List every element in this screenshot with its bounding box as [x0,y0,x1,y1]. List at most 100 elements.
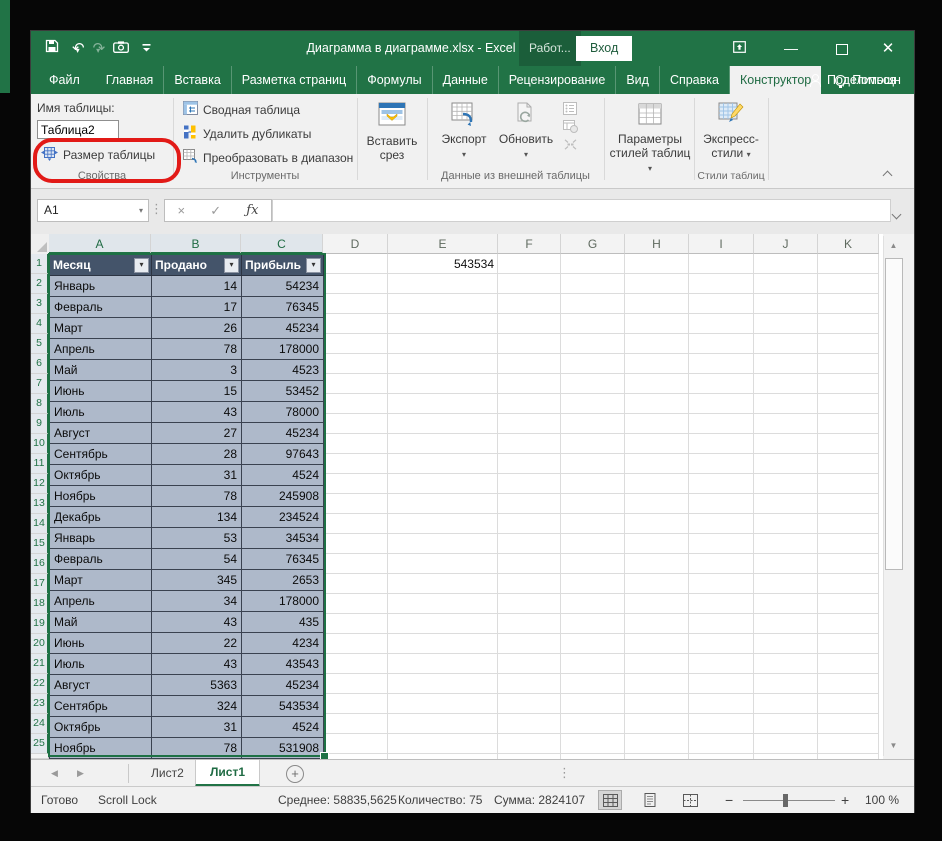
table-cell[interactable]: 17 [152,297,242,318]
close-button[interactable]: ✕ [874,31,902,66]
table-cell[interactable]: Февраль [50,549,152,570]
row-header-18[interactable]: 18 [31,594,49,614]
row-header-4[interactable]: 4 [31,314,49,334]
table-row[interactable]: Январь5334534 [50,528,324,549]
ribbon-tab-9[interactable]: Справка [660,66,730,94]
new-sheet-button[interactable]: + [286,765,304,783]
table-cell[interactable]: Сентябрь [50,444,152,465]
row-header-10[interactable]: 10 [31,434,49,454]
table-cell[interactable]: Июнь [50,633,152,654]
ribbon-tab-5[interactable]: Формулы [357,66,432,94]
ribbon-tab-3[interactable]: Вставка [164,66,231,94]
table-cell[interactable]: 435 [242,612,324,633]
table-row[interactable]: Январь1454234 [50,276,324,297]
filter-button[interactable]: ▾ [306,258,321,273]
table-cell[interactable]: 34534 [242,528,324,549]
table-cell[interactable]: 4234 [242,633,324,654]
vertical-scrollbar[interactable]: ▲ ▼ [883,236,903,756]
expand-formula-bar-icon[interactable] [893,205,900,223]
table-cell[interactable]: 28 [152,444,242,465]
table-cell[interactable]: Май [50,360,152,381]
row-header-22[interactable]: 22 [31,674,49,694]
share-item[interactable]: Поделиться [809,66,896,94]
column-header-A[interactable]: A [49,234,151,254]
page-layout-view-button[interactable] [638,790,662,810]
table-row[interactable]: Май43435 [50,612,324,633]
table-cell[interactable]: 43 [152,654,242,675]
table-cell[interactable]: 78000 [242,402,324,423]
pivot-table-button[interactable]: Сводная таблица [183,101,300,118]
vertical-scroll-thumb[interactable] [885,258,903,570]
select-all-corner[interactable] [31,234,50,255]
table-cell[interactable]: Июнь [50,381,152,402]
table-cell[interactable]: 43 [152,402,242,423]
table-cell[interactable]: 54 [152,549,242,570]
table-cell[interactable]: 178000 [242,339,324,360]
redo-button[interactable]: ↷▾ [93,31,101,66]
ribbon-tab-2[interactable]: Главная [96,66,165,94]
tab-scroll-splitter[interactable]: ⋮ [558,765,571,781]
column-header-D[interactable]: D [323,234,388,254]
table-row[interactable]: Октябрь314524 [50,717,324,738]
scroll-down-button[interactable]: ▼ [885,737,902,754]
table-cell[interactable]: Июль [50,654,152,675]
cell-E1[interactable]: 543534 [388,254,498,274]
table-cell[interactable]: 178000 [242,591,324,612]
column-header-E[interactable]: E [388,234,498,254]
row-header-15[interactable]: 15 [31,534,49,554]
sign-in-button[interactable]: Вход [576,36,632,61]
table-cell[interactable]: Май [50,612,152,633]
name-box-resizer[interactable]: ⋮ [150,201,163,217]
fill-handle[interactable] [320,752,329,759]
table-cell[interactable]: 34 [152,591,242,612]
table-cell[interactable]: Декабрь [50,507,152,528]
insert-slicer-button[interactable]: Вставить срез [361,102,423,162]
row-header-7[interactable]: 7 [31,374,49,394]
table-cell[interactable]: 4524 [242,717,324,738]
table-row[interactable]: Сентябрь2897643 [50,444,324,465]
table-cell[interactable]: 245908 [242,486,324,507]
table-cell[interactable]: Ноябрь [50,486,152,507]
column-header-I[interactable]: I [689,234,754,254]
name-box-dropdown-icon[interactable]: ▾ [139,200,143,221]
minimize-button[interactable]: — [777,31,805,66]
sheet-tab-Лист2[interactable]: Лист2 [137,760,198,786]
table-cell[interactable]: 27 [152,423,242,444]
collapse-ribbon-button[interactable] [884,168,891,182]
filter-button[interactable]: ▾ [134,258,149,273]
account-button[interactable]: Работ... [519,31,581,66]
table-cell[interactable]: Ноябрь [50,738,152,759]
table-row[interactable]: Апрель78178000 [50,339,324,360]
table-cell[interactable]: 4524 [242,465,324,486]
zoom-level[interactable]: 100 % [865,787,899,813]
column-header-J[interactable]: J [754,234,818,254]
excel-table[interactable]: Месяц▾Продано▾Прибыль▾Январь1454234Февра… [49,254,324,759]
name-box[interactable]: A1 ▾ [37,199,149,222]
row-header-24[interactable]: 24 [31,714,49,734]
save-icon[interactable] [45,39,59,58]
ribbon-tab-7[interactable]: Рецензирование [499,66,617,94]
row-header-23[interactable]: 23 [31,694,49,714]
table-row[interactable]: Май34523 [50,360,324,381]
table-cell[interactable]: 134 [152,507,242,528]
camera-icon[interactable] [113,40,129,58]
table-row[interactable]: Март3452653 [50,570,324,591]
row-header-17[interactable]: 17 [31,574,49,594]
table-style-options-button[interactable]: Параметры стилей таблиц ▾ [608,102,692,176]
page-break-view-button[interactable] [678,790,702,810]
row-header-11[interactable]: 11 [31,454,49,474]
insert-function-icon[interactable]: ƒx [246,203,258,218]
undo-button[interactable]: ↶▾ [72,31,80,66]
row-header-9[interactable]: 9 [31,414,49,434]
sheet-nav-left-icon[interactable]: ◀ [51,760,58,787]
ribbon-display-options-icon[interactable] [725,31,753,66]
scroll-up-button[interactable]: ▲ [885,237,902,254]
column-header-B[interactable]: B [151,234,241,254]
table-row[interactable]: Июль4378000 [50,402,324,423]
sheet-tab-Лист1[interactable]: Лист1 [195,760,260,787]
table-cell[interactable]: 345 [152,570,242,591]
table-cell[interactable]: 43543 [242,654,324,675]
table-row[interactable]: Июль4343543 [50,654,324,675]
table-cell[interactable]: 76345 [242,297,324,318]
column-header-G[interactable]: G [561,234,625,254]
